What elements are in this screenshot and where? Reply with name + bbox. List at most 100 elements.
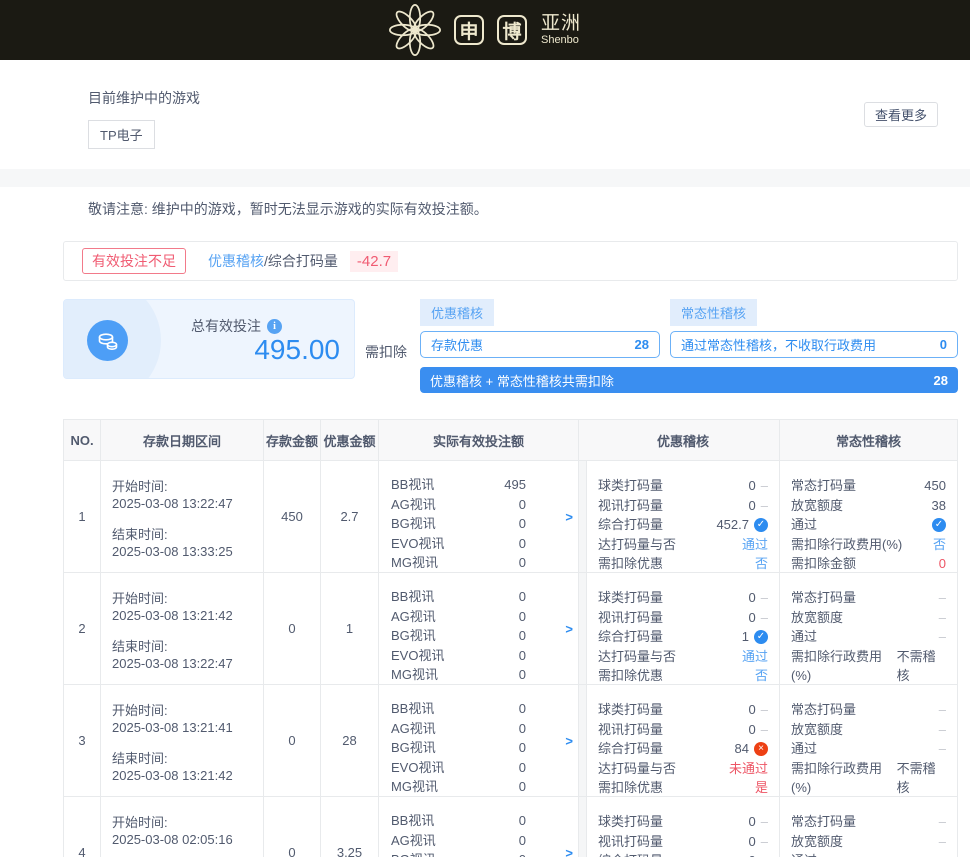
total-bet-card: 总有效投注 i 495.00 — [63, 299, 355, 379]
audit-line-value: 否 — [755, 666, 768, 684]
bet-game-value: 0 — [519, 758, 526, 778]
audit-line-label: 需扣除优惠 — [598, 666, 663, 684]
audit-line-label: 视讯打码量 — [598, 496, 663, 516]
dash-icon: – — [761, 608, 768, 628]
date-line: 2025-03-08 02:05:16 — [112, 831, 253, 848]
status-path-label: /综合打码量 — [264, 251, 338, 271]
bonus-amount: 1 — [321, 573, 379, 684]
row-number: 2 — [64, 573, 101, 684]
expand-icon[interactable]: > — [565, 845, 573, 857]
promo-audit-cell: 球类打码量0–视讯打码量0–综合打码量1✓达打码量与否通过需扣除优惠否 — [587, 573, 780, 684]
expand-icon[interactable]: > — [565, 621, 573, 636]
status-value: -42.7 — [350, 251, 398, 272]
bet-game-name: AG视讯 — [391, 495, 436, 515]
table-row: 1开始时间:2025-03-08 13:22:47结束时间:2025-03-08… — [64, 460, 957, 572]
header-deposit-period: 存款日期区间 — [101, 420, 264, 460]
audit-line-label: 需扣除优惠 — [598, 554, 663, 572]
table-row: 4开始时间:2025-03-08 02:05:16结束时间:2025-03-08… — [64, 796, 957, 857]
bet-game-name: BB视讯 — [391, 811, 434, 831]
audit-line-label: 通过 — [791, 515, 817, 535]
audit-line: 需扣除优惠否 — [598, 554, 768, 572]
audit-line-label: 球类打码量 — [598, 588, 663, 608]
date-line: 开始时间: — [112, 478, 253, 495]
promo-audit-field[interactable]: 存款优惠 28 — [420, 331, 660, 358]
dash-icon: – — [761, 720, 768, 740]
expand-icon[interactable]: > — [565, 509, 573, 524]
audit-line-label: 常态打码量 — [791, 476, 856, 496]
date-spacer — [112, 736, 253, 750]
bet-line: EVO视讯0 — [391, 534, 526, 554]
logo-subtitle: Shenbo — [541, 35, 581, 46]
info-icon[interactable]: i — [267, 319, 282, 334]
view-more-button[interactable]: 查看更多 — [864, 102, 938, 127]
app-header: 申 博 亚洲 Shenbo — [0, 0, 970, 60]
logo-region: 亚洲 — [541, 14, 581, 33]
audit-line: 需扣除优惠 否 — [598, 666, 768, 684]
bet-line: BB视讯0 — [391, 587, 526, 607]
promo-audit-field-label: 存款优惠 — [431, 335, 483, 354]
promo-audit-tab[interactable]: 优惠稽核 — [420, 299, 494, 326]
bet-line: EVO视讯0 — [391, 646, 526, 666]
audit-line: 需扣除金额0 — [791, 554, 946, 572]
bet-game-name: BB视讯 — [391, 699, 434, 719]
bet-line: BG视讯0 — [391, 850, 526, 857]
audit-line: 放宽额度– — [791, 720, 946, 740]
audit-line-value: 84 — [735, 739, 749, 759]
audit-line-label: 需扣除优惠 — [598, 778, 663, 796]
maintenance-section: 目前维护中的游戏 TP电子 查看更多 — [0, 60, 970, 169]
audit-line: 达打码量与否未通过 — [598, 759, 768, 779]
table-row: 3开始时间:2025-03-08 13:21:41结束时间:2025-03-08… — [64, 684, 957, 796]
bet-game-value: 0 — [519, 850, 526, 857]
audit-line: 球类打码量0– — [598, 476, 768, 496]
audit-line: 达打码量与否通过 — [598, 535, 768, 555]
audit-line-value: 1 — [742, 627, 749, 647]
bet-game-name: BG视讯 — [391, 514, 436, 534]
bet-game-name: BG视讯 — [391, 738, 436, 758]
audit-line: 视讯打码量0– — [598, 832, 768, 852]
audit-line-label: 球类打码量 — [598, 812, 663, 832]
status-card: 有效投注不足 优惠稽核 /综合打码量 -42.7 — [63, 241, 958, 281]
deposit-amount: 450 — [264, 461, 321, 572]
audit-line-value: – — [939, 851, 946, 857]
bet-game-value: 0 — [519, 646, 526, 666]
audit-line-label: 达打码量与否 — [598, 647, 676, 667]
table-row: 2开始时间:2025-03-08 13:21:42结束时间:2025-03-08… — [64, 572, 957, 684]
audit-line: 常态打码量450 — [791, 476, 946, 496]
date-line: 2025-03-08 13:22:47 — [112, 655, 253, 672]
audit-line-label: 常态打码量 — [791, 700, 856, 720]
bet-line: BG视讯0 — [391, 626, 526, 646]
status-badge: 有效投注不足 — [82, 248, 186, 274]
total-deduct-bar: 优惠稽核 + 常态性稽核共需扣除 28 — [420, 367, 958, 393]
maintenance-notice: 敬请注意: 维护中的游戏，暂时无法显示游戏的实际有效投注额。 — [0, 187, 970, 219]
audit-line-label: 达打码量与否 — [598, 759, 676, 779]
audit-line: 综合打码量1✓ — [598, 627, 768, 647]
promo-audit-cell: 球类打码量0–视讯打码量0–综合打码量452.7✓达打码量与否通过需扣除优惠否 — [587, 461, 780, 572]
audit-line-label: 放宽额度 — [791, 720, 843, 740]
audit-line-label: 综合打码量 — [598, 851, 663, 857]
audit-line: 球类打码量0– — [598, 700, 768, 720]
audit-line-label: 视讯打码量 — [598, 720, 663, 740]
maintenance-title: 目前维护中的游戏 — [88, 88, 882, 108]
normal-audit-field[interactable]: 通过常态性稽核，不收取行政费用 0 — [670, 331, 958, 358]
page: 申 博 亚洲 Shenbo 目前维护中的游戏 TP电子 查看更多 敬请注意: 维… — [0, 0, 970, 857]
expand-icon[interactable]: > — [565, 733, 573, 748]
valid-bets-cell: BB视讯0AG视讯0BG视讯0EVO视讯0MG视讯0> — [379, 573, 579, 684]
normal-audit-tab[interactable]: 常态性稽核 — [670, 299, 757, 326]
normal-audit-group: 常态性稽核 通过常态性稽核，不收取行政费用 0 — [670, 299, 958, 358]
logo-char-bo: 博 — [497, 15, 527, 45]
audit-line: 常态打码量– — [791, 812, 946, 832]
audit-line-value: 不需稽核 — [897, 647, 946, 685]
row-number: 3 — [64, 685, 101, 796]
bet-game-name: AG视讯 — [391, 607, 436, 627]
audit-line-value: 不需稽核 — [897, 759, 946, 797]
audit-line-label: 放宽额度 — [791, 832, 843, 852]
header-promo-audit: 优惠稽核 — [587, 420, 780, 460]
column-gap — [579, 461, 587, 572]
audit-line: 视讯打码量0– — [598, 608, 768, 628]
deposit-amount: 0 — [264, 685, 321, 796]
valid-bets-cell: BB视讯0AG视讯0BG视讯0EVO视讯0MG视讯0> — [379, 685, 579, 796]
promo-audit-link[interactable]: 优惠稽核 — [208, 251, 264, 271]
audit-line-label: 视讯打码量 — [598, 832, 663, 852]
bet-game-value: 0 — [519, 587, 526, 607]
audit-line: 常态打码量– — [791, 700, 946, 720]
